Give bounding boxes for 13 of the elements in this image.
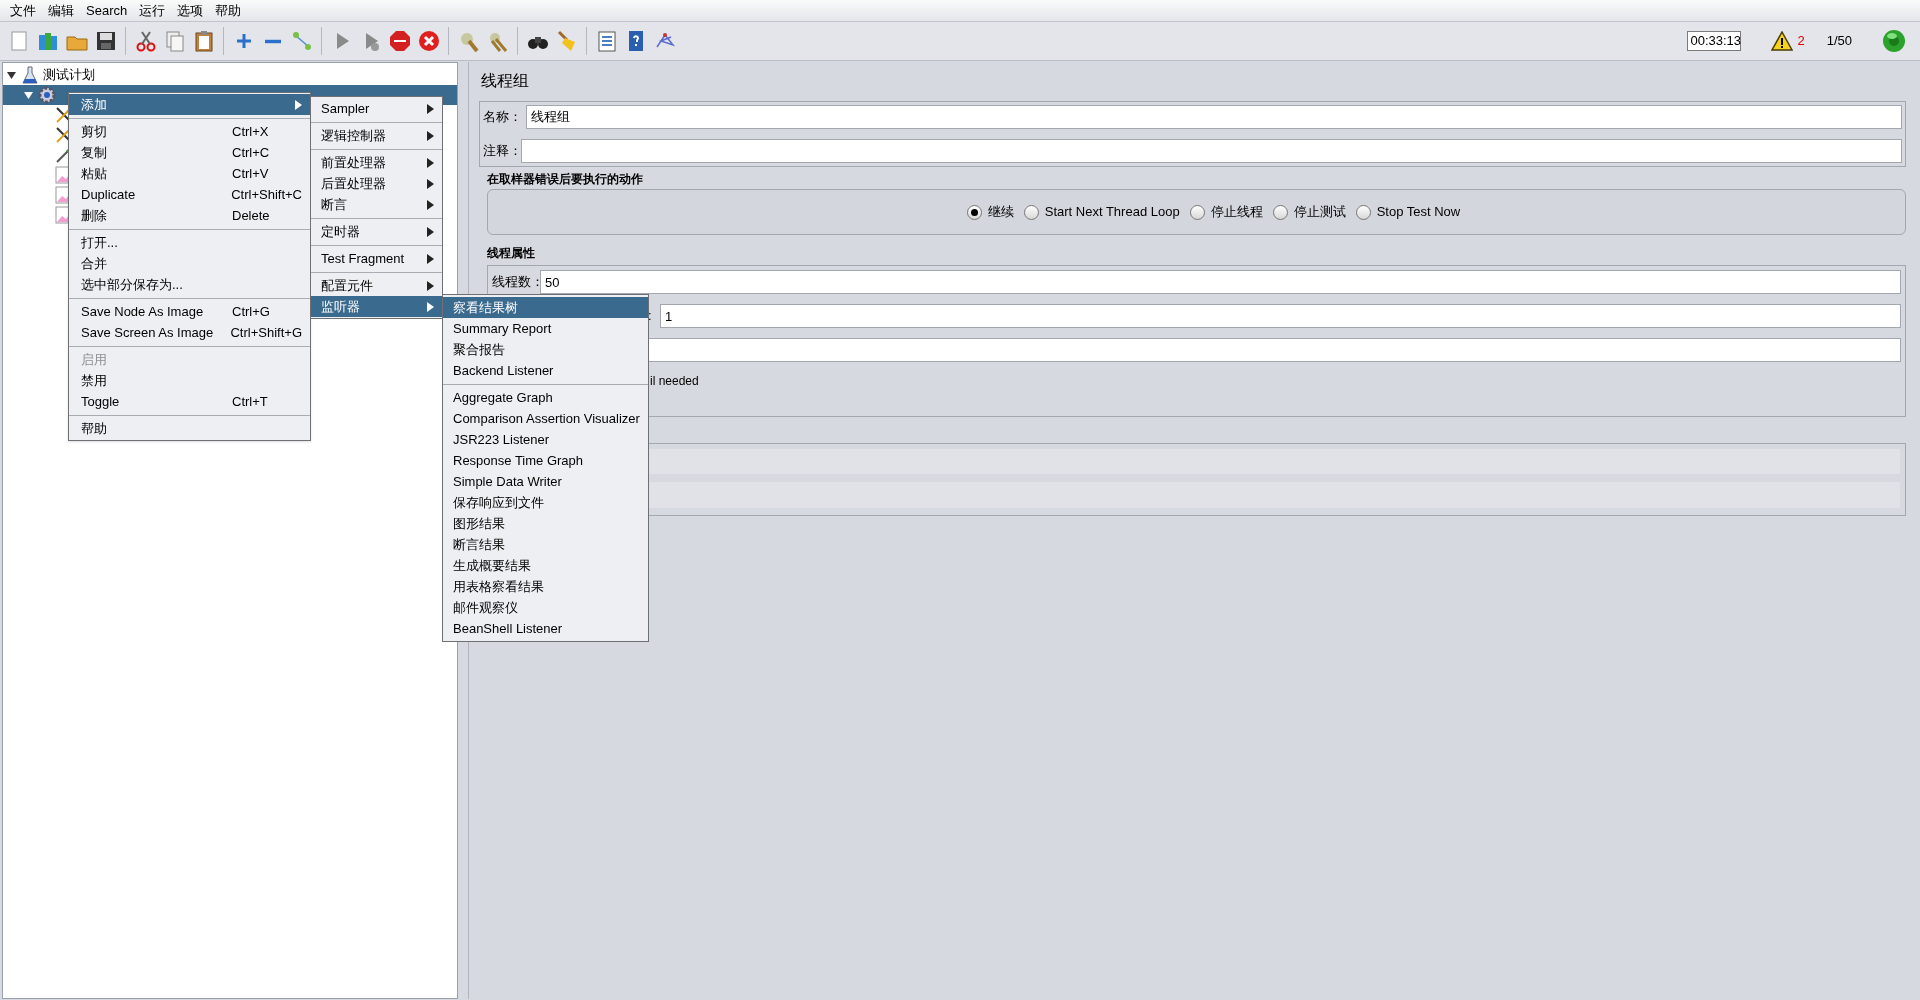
section-title: 线程属性 (487, 245, 535, 262)
field-label: 注释： (483, 142, 521, 161)
elapsed-time-field: 00:33:13 (1687, 31, 1742, 51)
section-title: 在取样器错误后要执行的动作 (487, 171, 643, 188)
warning-count: 2 (1797, 32, 1805, 51)
field-label: : (648, 307, 653, 326)
tree-item-label: 测试计划 (43, 66, 95, 85)
panel-title: 线程组 (481, 71, 529, 91)
checkbox-label: il needed (650, 373, 699, 390)
menu-item: 启用 (80, 350, 108, 369)
field-label: 名称： (483, 108, 523, 127)
field-label: 线程数： (492, 273, 540, 292)
active-threads-count: 1/50 (1826, 32, 1852, 51)
